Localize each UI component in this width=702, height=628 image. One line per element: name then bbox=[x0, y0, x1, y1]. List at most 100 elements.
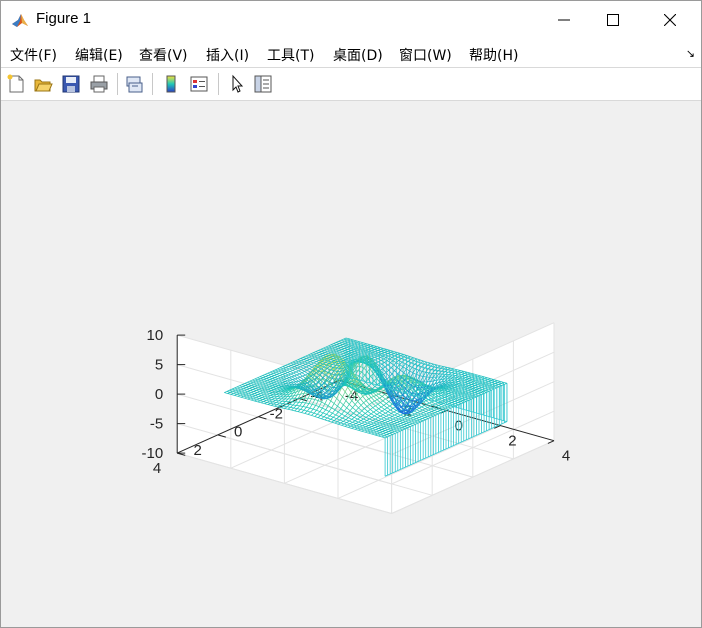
y-tick-label: 4 bbox=[153, 460, 161, 477]
mesh-line bbox=[389, 358, 394, 362]
mesh-line bbox=[383, 372, 387, 375]
property-inspector-icon bbox=[254, 75, 272, 93]
mesh-line bbox=[436, 364, 440, 367]
open-file-button[interactable] bbox=[31, 72, 55, 96]
toolbar-separator bbox=[117, 73, 118, 95]
x-tick-label: 4 bbox=[562, 448, 570, 465]
mesh-line bbox=[426, 361, 430, 364]
mesh-line bbox=[323, 364, 327, 368]
menu-overflow-icon[interactable]: ↘ bbox=[686, 47, 695, 60]
menu-file[interactable]: 文件(F) bbox=[10, 45, 57, 65]
mesh-line bbox=[419, 359, 424, 362]
save-button[interactable] bbox=[59, 72, 83, 96]
mesh-line bbox=[386, 357, 390, 360]
mesh-line bbox=[296, 365, 301, 368]
toolbar-separator bbox=[152, 73, 153, 95]
maximize-button[interactable] bbox=[590, 1, 636, 39]
menu-edit[interactable]: 编辑(E) bbox=[75, 45, 123, 65]
mesh-line bbox=[309, 366, 313, 370]
insert-legend-button[interactable] bbox=[187, 72, 211, 96]
mesh-line bbox=[429, 362, 434, 365]
mesh-line bbox=[311, 363, 315, 367]
mesh-line bbox=[427, 365, 431, 370]
menu-bar: 文件(F) 编辑(E) 查看(V) 插入(I) 工具(T) 桌面(D) 窗口(W… bbox=[1, 39, 701, 68]
mesh-line bbox=[399, 364, 404, 368]
menu-desktop[interactable]: 桌面(D) bbox=[333, 45, 383, 65]
mesh-line bbox=[419, 375, 424, 377]
mesh-line bbox=[367, 371, 371, 377]
new-figure-button[interactable] bbox=[4, 72, 28, 96]
edit-plot-arrow-icon bbox=[232, 74, 244, 93]
mesh-line bbox=[300, 366, 304, 369]
mesh-line bbox=[306, 368, 310, 371]
mesh-line bbox=[437, 368, 441, 372]
mesh-line bbox=[362, 381, 366, 386]
mesh-line bbox=[406, 370, 410, 376]
link-plot-button[interactable] bbox=[122, 72, 146, 96]
mesh-line bbox=[411, 360, 415, 364]
menu-tools[interactable]: 工具(T) bbox=[267, 45, 314, 65]
mesh-line bbox=[388, 355, 393, 358]
mesh-line bbox=[307, 362, 312, 365]
mesh-line bbox=[306, 366, 310, 370]
mesh-line bbox=[303, 367, 308, 371]
new-figure-icon bbox=[7, 74, 24, 93]
mesh-line bbox=[386, 376, 390, 380]
mesh-line bbox=[417, 362, 421, 366]
minimize-button[interactable] bbox=[541, 1, 587, 39]
mesh-line bbox=[423, 360, 427, 363]
y-tick-label: 2 bbox=[193, 442, 201, 459]
menu-view[interactable]: 查看(V) bbox=[139, 45, 188, 65]
property-inspector-button[interactable] bbox=[251, 72, 275, 96]
insert-colorbar-button[interactable] bbox=[159, 72, 183, 96]
print-button[interactable] bbox=[87, 72, 111, 96]
mesh-line bbox=[403, 368, 407, 374]
mesh-line bbox=[418, 369, 423, 372]
mesh-line bbox=[406, 355, 410, 357]
mesh-line bbox=[299, 363, 303, 366]
mesh-line bbox=[422, 371, 426, 373]
mesh-line bbox=[385, 354, 389, 357]
minimize-icon bbox=[558, 19, 570, 21]
mesh-line bbox=[391, 357, 396, 360]
x-tick-label: 2 bbox=[508, 433, 516, 450]
mesh-line bbox=[409, 370, 414, 374]
mesh-line bbox=[311, 365, 315, 368]
mesh-line bbox=[392, 360, 397, 363]
mesh-line bbox=[433, 363, 437, 366]
menu-help[interactable]: 帮助(H) bbox=[469, 45, 518, 65]
mesh-line bbox=[412, 372, 417, 375]
mesh-line bbox=[305, 363, 309, 366]
mesh-line bbox=[434, 367, 438, 371]
mesh-line bbox=[380, 389, 384, 391]
mesh-line bbox=[407, 359, 411, 362]
z-tick-label: -5 bbox=[150, 416, 163, 433]
figure-canvas[interactable]: 10 5 0 -5 -10 -4 -2 0 2 4 4 2 0 -2 -4 bbox=[1, 101, 701, 627]
close-button[interactable] bbox=[647, 1, 693, 39]
mesh-line bbox=[409, 356, 414, 358]
mesh-line bbox=[395, 358, 399, 361]
z-tick-label: 10 bbox=[147, 327, 164, 344]
mesh-line bbox=[313, 362, 318, 365]
mesh-plot-axes[interactable]: 1050-5-10-4-2024420-2-4 bbox=[1, 101, 701, 627]
mesh-line bbox=[396, 362, 400, 365]
mesh-line bbox=[408, 365, 413, 368]
mesh-line bbox=[373, 380, 378, 385]
figure-toolbar bbox=[1, 68, 701, 101]
edit-plot-button[interactable] bbox=[225, 72, 249, 96]
mesh-line bbox=[398, 360, 403, 363]
mesh-line bbox=[375, 359, 379, 363]
y-tick-label: 0 bbox=[234, 424, 242, 441]
mesh-line bbox=[380, 368, 383, 371]
menu-insert[interactable]: 插入(I) bbox=[206, 45, 249, 65]
menu-window[interactable]: 窗口(W) bbox=[399, 45, 452, 65]
mesh-line bbox=[310, 361, 314, 364]
mesh-line bbox=[378, 361, 383, 365]
z-tick-label: 5 bbox=[155, 357, 163, 374]
mesh-line bbox=[296, 405, 300, 407]
link-plot-icon bbox=[126, 76, 143, 93]
mesh-line bbox=[333, 370, 338, 372]
mesh-line bbox=[381, 353, 386, 356]
mesh-line bbox=[312, 360, 317, 362]
mesh-line bbox=[412, 357, 417, 360]
